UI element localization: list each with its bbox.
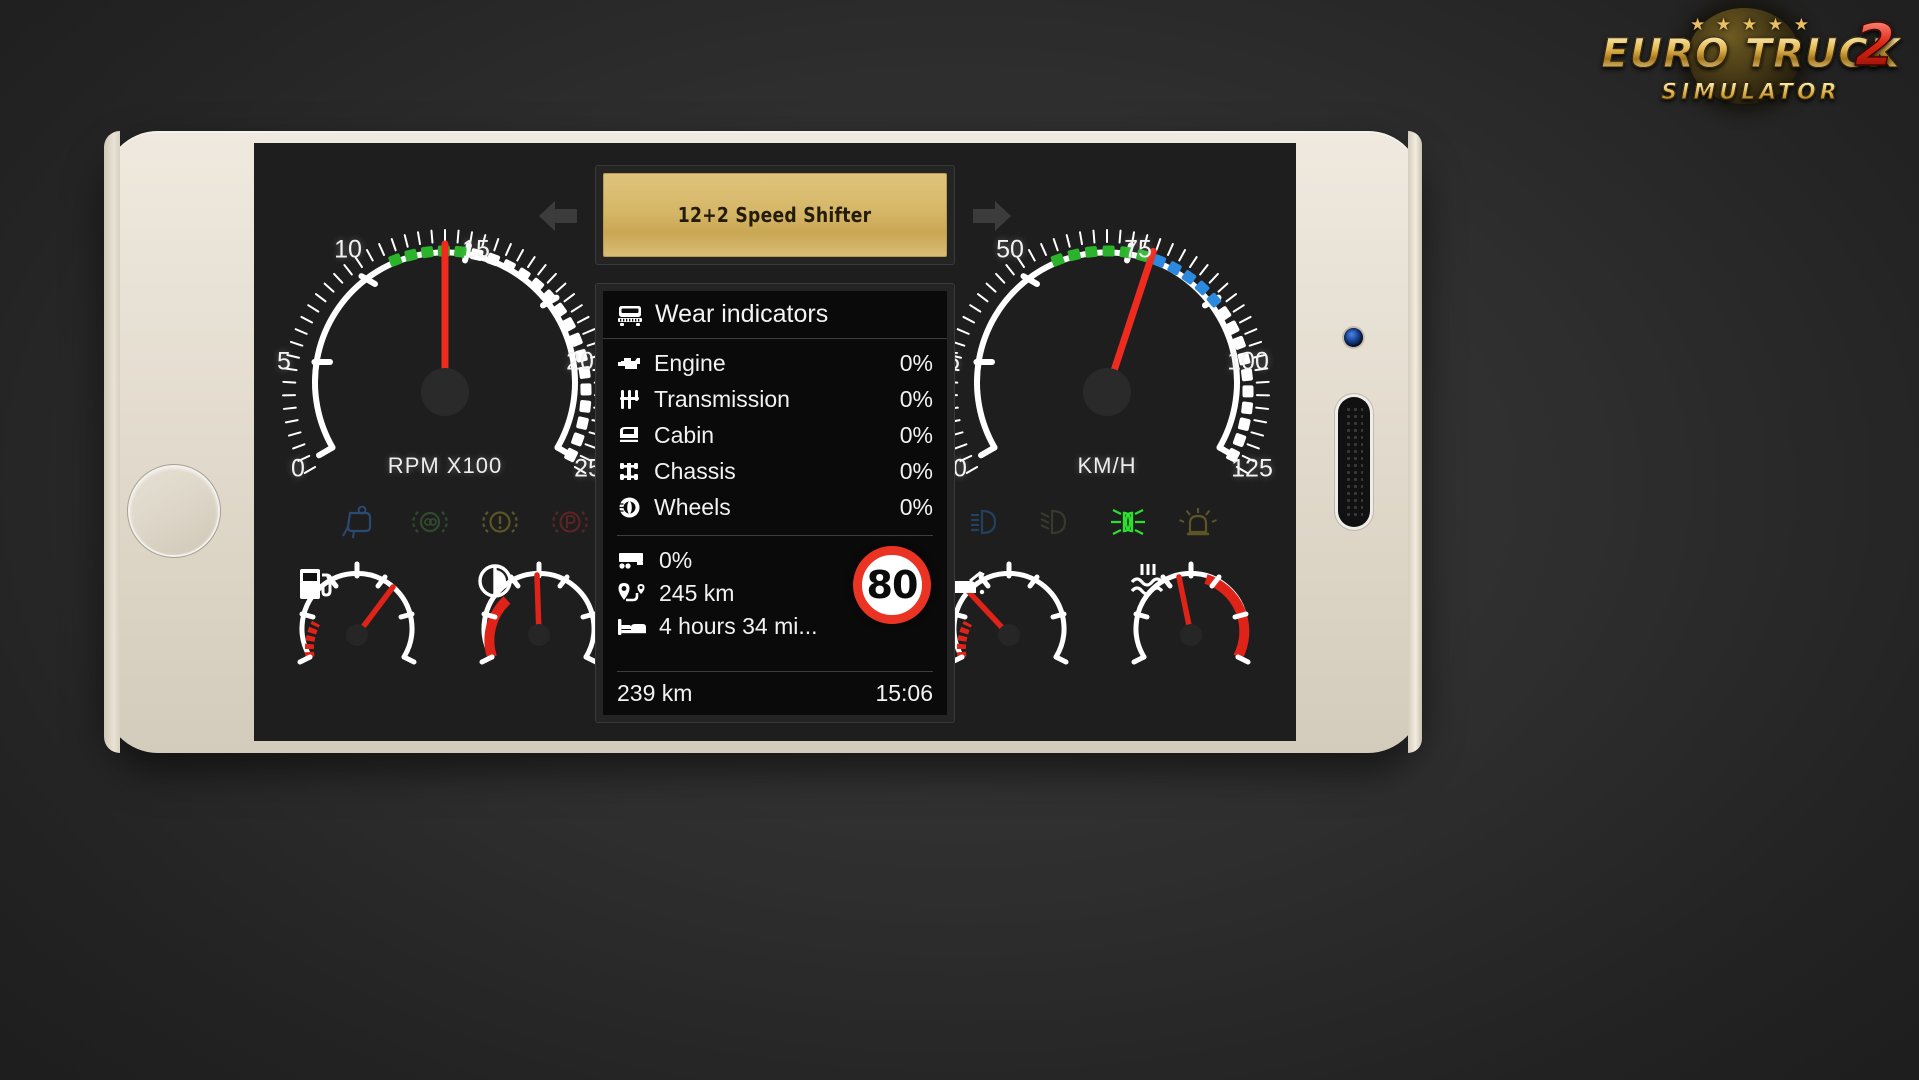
speed-tick-0: 0 [953, 454, 967, 483]
front-camera [1344, 328, 1363, 347]
low-beam-icon [1040, 509, 1067, 535]
speed-tick-50: 50 [996, 235, 1024, 264]
parking-lights-icon [1111, 509, 1145, 535]
wear-row-chassis[interactable]: Chassis 0% [617, 453, 933, 489]
speed-tick-100: 100 [1227, 347, 1269, 376]
shifter-plate: 12+2 Speed Shifter [603, 173, 947, 257]
general-warning-icon [482, 511, 518, 533]
phone-right-edge [1408, 131, 1422, 753]
tach-tick-0: 0 [291, 454, 305, 483]
next-shifter-arrow[interactable] [971, 197, 1013, 235]
tach-tick-10: 10 [334, 235, 362, 264]
cabin-door-icon [620, 426, 638, 442]
info-panel-body: Wear indicators Engine 0% Transmission 0… [603, 291, 947, 715]
chassis-icon [620, 462, 638, 480]
wear-row-wheels[interactable]: Wheels 0% [617, 489, 933, 525]
water-temp-icon [1130, 564, 1164, 596]
wear-label-cabin: Cabin [654, 421, 715, 448]
wheel-icon [619, 497, 640, 517]
wear-value-transmission: 0% [899, 385, 933, 412]
speed-unit-label: KM/H [1077, 453, 1137, 478]
tach-hub [421, 368, 469, 416]
transmission-icon [620, 389, 639, 409]
trip-label-rest: 4 hours 34 mi... [659, 613, 818, 639]
wear-value-chassis: 0% [899, 457, 933, 484]
wear-value-wheels: 0% [899, 493, 933, 520]
ets2-logo: ★ ★ ★ ★ ★ EURO TRUCK 2 SIMULATOR [1601, 6, 1901, 124]
clock-time: 15:06 [875, 680, 933, 706]
wear-row-cabin[interactable]: Cabin 0% [617, 417, 933, 453]
brake-pad-wear-icon [412, 511, 448, 533]
speed-limit-sign: 80 [853, 546, 931, 624]
wear-row-engine[interactable]: Engine 0% [617, 345, 933, 381]
engine-icon [618, 357, 640, 369]
tach-tick-15: 15 [462, 235, 490, 264]
washer-fluid-icon [342, 505, 372, 539]
wear-row-transmission[interactable]: Transmission 0% [617, 381, 933, 417]
route-icon [618, 582, 645, 601]
speed-limit-value: 80 [866, 563, 919, 607]
phone-device: 0 5 10 15 20 25 RPM X100 0 50 75 100 125… [104, 131, 1422, 753]
tach-tick-20: 20 [566, 347, 594, 376]
logo-subtitle: SIMULATOR [1601, 81, 1901, 104]
rest-bed-icon [618, 618, 646, 635]
wear-label-transmission: Transmission [654, 385, 790, 412]
wear-value-engine: 0% [899, 349, 933, 376]
beacon-light-icon [1179, 508, 1217, 536]
trip-info-block: 80 0% 245 km 4 hours 34 mi... [617, 535, 933, 671]
high-beam-icon [971, 509, 997, 535]
water-temperature-gauge [1126, 561, 1256, 673]
air-pressure-gauge [474, 561, 604, 673]
fuel-pump-icon [300, 569, 332, 599]
shifter-selector[interactable]: 12+2 Speed Shifter [595, 165, 955, 265]
phone-screen[interactable]: 0 5 10 15 20 25 RPM X100 0 50 75 100 125… [254, 143, 1296, 741]
home-button[interactable] [130, 467, 218, 555]
right-telltale-row [968, 505, 1218, 539]
logo-two: 2 [1854, 11, 1896, 79]
info-panel: Wear indicators Engine 0% Transmission 0… [595, 283, 955, 723]
trip-label-trailer: 0% [659, 547, 693, 573]
air-pressure-icon [478, 564, 512, 598]
wear-indicators-title: Wear indicators [655, 300, 829, 328]
screenshot-root: ★ ★ ★ ★ ★ EURO TRUCK 2 SIMULATOR 0 5 10 … [0, 0, 1919, 1080]
wear-indicators-list: Engine 0% Transmission 0% Cabin 0% Chass… [603, 339, 947, 529]
tach-green-band [388, 245, 467, 267]
prev-shifter-arrow[interactable] [537, 197, 579, 235]
speed-hub [1083, 368, 1131, 416]
wear-label-wheels: Wheels [654, 493, 731, 520]
wear-label-chassis: Chassis [654, 457, 736, 484]
oil-pressure-gauge [944, 561, 1074, 673]
parking-brake-icon [552, 511, 588, 533]
wear-label-engine: Engine [654, 349, 726, 376]
tach-tick-5: 5 [277, 347, 291, 376]
earpiece-speaker [1338, 397, 1370, 527]
info-panel-footer: 239 km 15:06 [617, 671, 933, 715]
fuel-gauge [292, 561, 422, 673]
truck-front-icon [618, 305, 642, 326]
center-column: 12+2 Speed Shifter Wear indicators Engin… [539, 165, 1011, 725]
left-telltale-row [340, 505, 590, 539]
trip-label-route: 245 km [659, 580, 735, 606]
phone-left-edge [104, 131, 120, 753]
speed-tick-75: 75 [1124, 235, 1152, 264]
wear-indicators-header: Wear indicators [603, 291, 947, 339]
trailer-icon [619, 552, 643, 569]
wear-value-cabin: 0% [899, 421, 933, 448]
tachometer-gauge: 0 5 10 15 20 25 RPM X100 [277, 215, 610, 495]
speedometer-gauge: 0 25 50 75 100 125 KM/H [932, 215, 1273, 495]
speed-arc [974, 249, 1240, 451]
speed-tick-125: 125 [1231, 454, 1273, 483]
shifter-label: 12+2 Speed Shifter [678, 203, 872, 227]
tach-unit-label: RPM X100 [387, 453, 503, 478]
dashboard-app: 0 5 10 15 20 25 RPM X100 0 50 75 100 125… [254, 143, 1296, 741]
odometer-distance: 239 km [617, 680, 693, 706]
